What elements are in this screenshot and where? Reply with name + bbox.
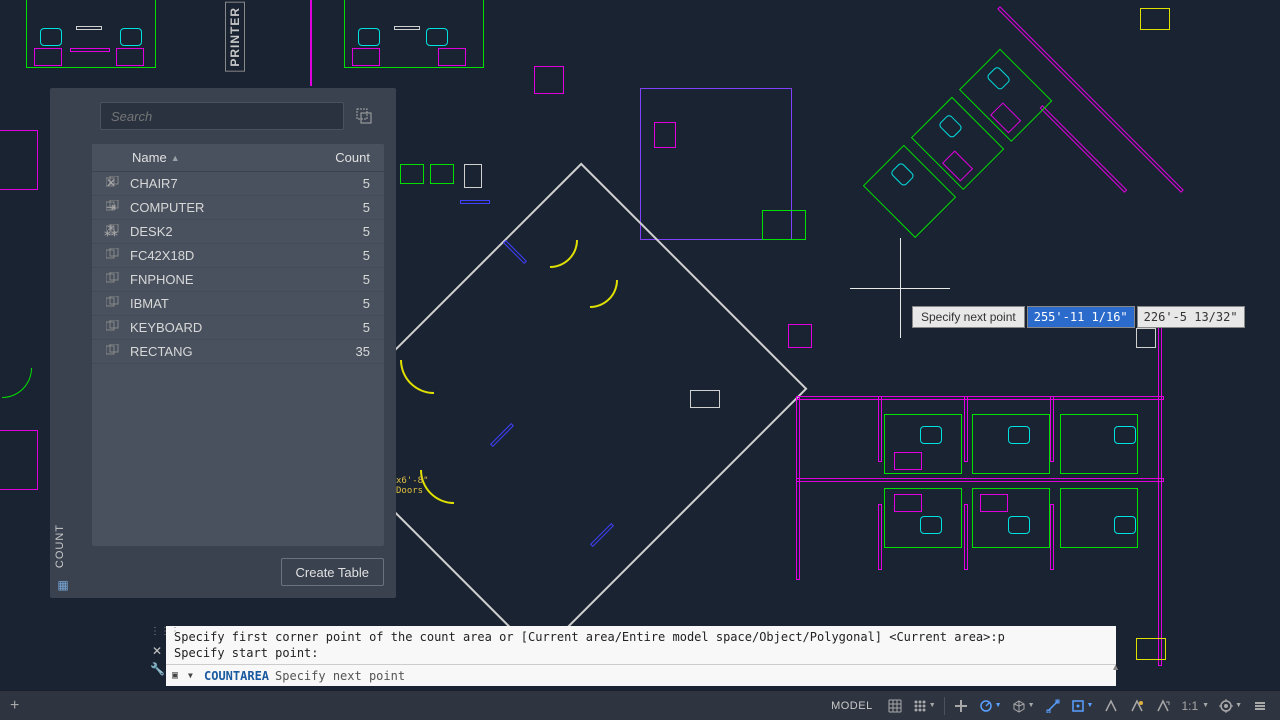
- snap-mode-icon[interactable]: ▼: [909, 694, 940, 718]
- block-icon: [106, 320, 124, 335]
- table-header: Name ▲ Count: [92, 144, 384, 172]
- row-count: 5: [314, 200, 384, 215]
- block-icon: [106, 272, 124, 287]
- create-table-button[interactable]: Create Table: [281, 558, 384, 586]
- row-count: 5: [314, 248, 384, 263]
- row-name: DESK2: [130, 224, 314, 239]
- status-bar: + MODEL ▼ ▼ ▼ ▼: [0, 690, 1280, 720]
- count-field-icon[interactable]: ▦: [54, 576, 72, 594]
- row-count: 5: [314, 224, 384, 239]
- dynamic-input-label: Specify next point: [912, 306, 1025, 328]
- annotation-scale-icon[interactable]: [1099, 694, 1123, 718]
- osnap-tracking-icon[interactable]: [1041, 694, 1065, 718]
- customization-menu-icon[interactable]: [1248, 694, 1272, 718]
- row-count: 35: [314, 344, 384, 359]
- row-count: 5: [314, 176, 384, 191]
- header-name[interactable]: Name ▲: [92, 150, 314, 165]
- isometric-drafting-icon[interactable]: ▼: [1008, 694, 1039, 718]
- dynamic-input-y[interactable]: 226'-5 13/32": [1137, 306, 1245, 328]
- table-row[interactable]: IBMAT5: [92, 292, 384, 316]
- row-name: IBMAT: [130, 296, 314, 311]
- row-name: FNPHONE: [130, 272, 314, 287]
- row-count: 5: [314, 272, 384, 287]
- table-row[interactable]: KEYBOARD5: [92, 316, 384, 340]
- add-layout-tab-icon[interactable]: +: [4, 697, 25, 715]
- row-name: KEYBOARD: [130, 320, 314, 335]
- table-row[interactable]: FC42X18D5: [92, 244, 384, 268]
- table-row[interactable]: FNPHONE5: [92, 268, 384, 292]
- row-name: FC42X18D: [130, 248, 314, 263]
- block-icon: [106, 296, 124, 311]
- table-row[interactable]: DESK25: [92, 220, 384, 244]
- annotation-visibility-icon[interactable]: [1125, 694, 1149, 718]
- command-input-line[interactable]: ▣ ▼ COUNTAREA Specify next point: [166, 664, 1116, 686]
- command-close-icon[interactable]: ✕: [150, 644, 164, 658]
- block-icon: [106, 344, 124, 359]
- sort-asc-icon: ▲: [171, 153, 180, 163]
- selection-filter-icon[interactable]: [352, 104, 376, 128]
- count-table: Name ▲ Count CHAIR75COMPUTER5DESK25FC42X…: [92, 144, 384, 546]
- properties-icon[interactable]: ⁂: [102, 222, 120, 240]
- row-name: COMPUTER: [130, 200, 314, 215]
- command-history: Specify first corner point of the count …: [166, 626, 1116, 664]
- grid-display-icon[interactable]: [883, 694, 907, 718]
- autoscale-icon[interactable]: [1151, 694, 1175, 718]
- row-count: 5: [314, 320, 384, 335]
- workspace-switching-icon[interactable]: ▼: [1215, 694, 1246, 718]
- search-input[interactable]: [100, 102, 344, 130]
- object-snap-icon[interactable]: ▼: [1067, 694, 1098, 718]
- doors-annotation: x6'-8" Doors: [396, 476, 429, 496]
- table-row[interactable]: COMPUTER5: [92, 196, 384, 220]
- active-command-name: COUNTAREA: [204, 669, 269, 683]
- autohide-icon[interactable]: ⇥: [102, 198, 120, 216]
- command-history-dropdown-icon[interactable]: ▼: [188, 671, 200, 680]
- model-space-label[interactable]: MODEL: [823, 700, 881, 712]
- table-row[interactable]: RECTANG35: [92, 340, 384, 364]
- command-drag-handle-icon[interactable]: ⋮⋮⋮: [150, 626, 164, 637]
- dynamic-input-tooltip: Specify next point 255'-11 1/16" 226'-5 …: [912, 306, 1245, 328]
- row-name: CHAIR7: [130, 176, 314, 191]
- polar-tracking-icon[interactable]: ▼: [975, 694, 1006, 718]
- printer-label: PRINTER: [225, 2, 245, 72]
- palette-title[interactable]: COUNT: [54, 524, 66, 568]
- row-count: 5: [314, 296, 384, 311]
- command-line-area: ⋮⋮⋮ ✕ 🔧 Specify first corner point of th…: [166, 626, 1116, 686]
- ortho-restriction-icon[interactable]: [949, 694, 973, 718]
- scale-label[interactable]: 1:1 ▼: [1177, 694, 1213, 718]
- command-prompt-text: Specify next point: [275, 669, 1110, 683]
- dynamic-input-x[interactable]: 255'-11 1/16": [1027, 306, 1135, 328]
- command-customize-icon[interactable]: 🔧: [150, 662, 164, 676]
- table-row[interactable]: CHAIR75: [92, 172, 384, 196]
- command-expand-icon[interactable]: ▲: [1111, 662, 1120, 672]
- block-icon: [106, 248, 124, 263]
- header-count[interactable]: Count: [314, 150, 384, 165]
- close-icon[interactable]: ✕: [102, 174, 120, 192]
- command-prompt-icon: ▣: [172, 670, 188, 681]
- row-name: RECTANG: [130, 344, 314, 359]
- count-palette: ✕ ⇥ ⁂ Name ▲ Count CHAIR75COMPUTER5DESK2…: [50, 88, 396, 598]
